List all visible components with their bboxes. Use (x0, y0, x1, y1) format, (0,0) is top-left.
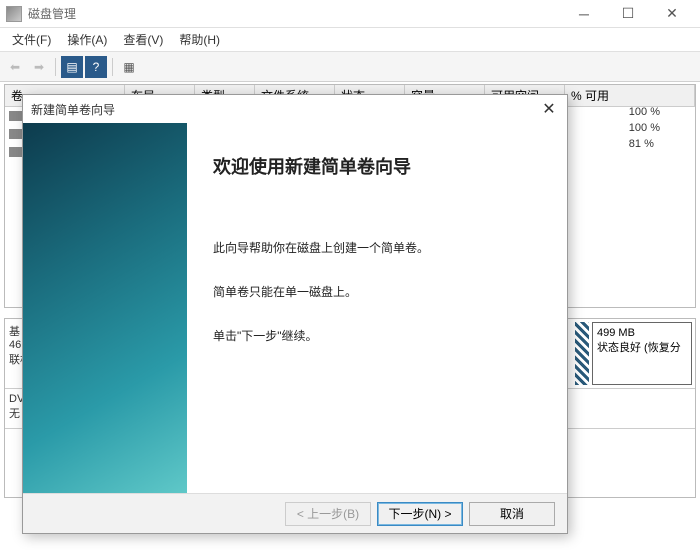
next-button[interactable]: 下一步(N) > (377, 502, 463, 526)
close-button[interactable]: ✕ (650, 0, 694, 28)
back-icon: ⬅ (4, 56, 26, 78)
wizard-body: 欢迎使用新建简单卷向导 此向导帮助你在磁盘上创建一个简单卷。 简单卷只能在单一磁… (23, 123, 567, 493)
wizard-text-2: 简单卷只能在单一磁盘上。 (213, 283, 541, 301)
wizard-side-banner (23, 123, 187, 493)
forward-icon: ➡ (28, 56, 50, 78)
wizard-text-1: 此向导帮助你在磁盘上创建一个简单卷。 (213, 239, 541, 257)
refresh-icon[interactable]: ▦ (118, 56, 140, 78)
partition-stripe (575, 322, 589, 385)
partition-status: 状态良好 (恢复分 (597, 339, 687, 355)
cancel-button[interactable]: 取消 (469, 502, 555, 526)
menu-bar: 文件(F) 操作(A) 查看(V) 帮助(H) (0, 28, 700, 52)
wizard-heading: 欢迎使用新建简单卷向导 (213, 153, 541, 179)
menu-file[interactable]: 文件(F) (4, 29, 59, 50)
wizard-close-icon[interactable]: ✕ (539, 99, 559, 119)
wizard-title-bar: 新建简单卷向导 ✕ (23, 95, 567, 123)
help-icon[interactable]: ? (85, 56, 107, 78)
title-bar: 磁盘管理 ─ ☐ ✕ (0, 0, 700, 28)
app-icon (6, 6, 22, 22)
maximize-button[interactable]: ☐ (606, 0, 650, 28)
window-title: 磁盘管理 (28, 5, 562, 22)
pct-value: 100 % (629, 104, 660, 120)
window-controls: ─ ☐ ✕ (562, 0, 694, 28)
view-icon[interactable]: ▤ (61, 56, 83, 78)
back-button: < 上一步(B) (285, 502, 371, 526)
partition[interactable]: 499 MB 状态良好 (恢复分 (592, 322, 692, 385)
wizard-text-3: 单击"下一步"继续。 (213, 327, 541, 345)
wizard-title: 新建简单卷向导 (31, 101, 539, 118)
col-pct[interactable]: % 可用 (565, 85, 695, 106)
partition-size: 499 MB (597, 327, 687, 339)
menu-view[interactable]: 查看(V) (115, 29, 171, 50)
menu-help[interactable]: 帮助(H) (171, 29, 228, 50)
volume-icon (9, 111, 23, 121)
separator (112, 58, 113, 76)
new-simple-volume-wizard: 新建简单卷向导 ✕ 欢迎使用新建简单卷向导 此向导帮助你在磁盘上创建一个简单卷。… (22, 94, 568, 534)
volume-icon (9, 147, 23, 157)
pct-values: 100 % 100 % 81 % (629, 104, 660, 152)
wizard-buttons: < 上一步(B) 下一步(N) > 取消 (23, 493, 567, 533)
wizard-content: 欢迎使用新建简单卷向导 此向导帮助你在磁盘上创建一个简单卷。 简单卷只能在单一磁… (187, 123, 567, 493)
separator (55, 58, 56, 76)
minimize-button[interactable]: ─ (562, 0, 606, 28)
pct-value: 100 % (629, 120, 660, 136)
pct-value: 81 % (629, 136, 660, 152)
menu-action[interactable]: 操作(A) (59, 29, 115, 50)
toolbar: ⬅ ➡ ▤ ? ▦ (0, 52, 700, 82)
volume-icon (9, 129, 23, 139)
